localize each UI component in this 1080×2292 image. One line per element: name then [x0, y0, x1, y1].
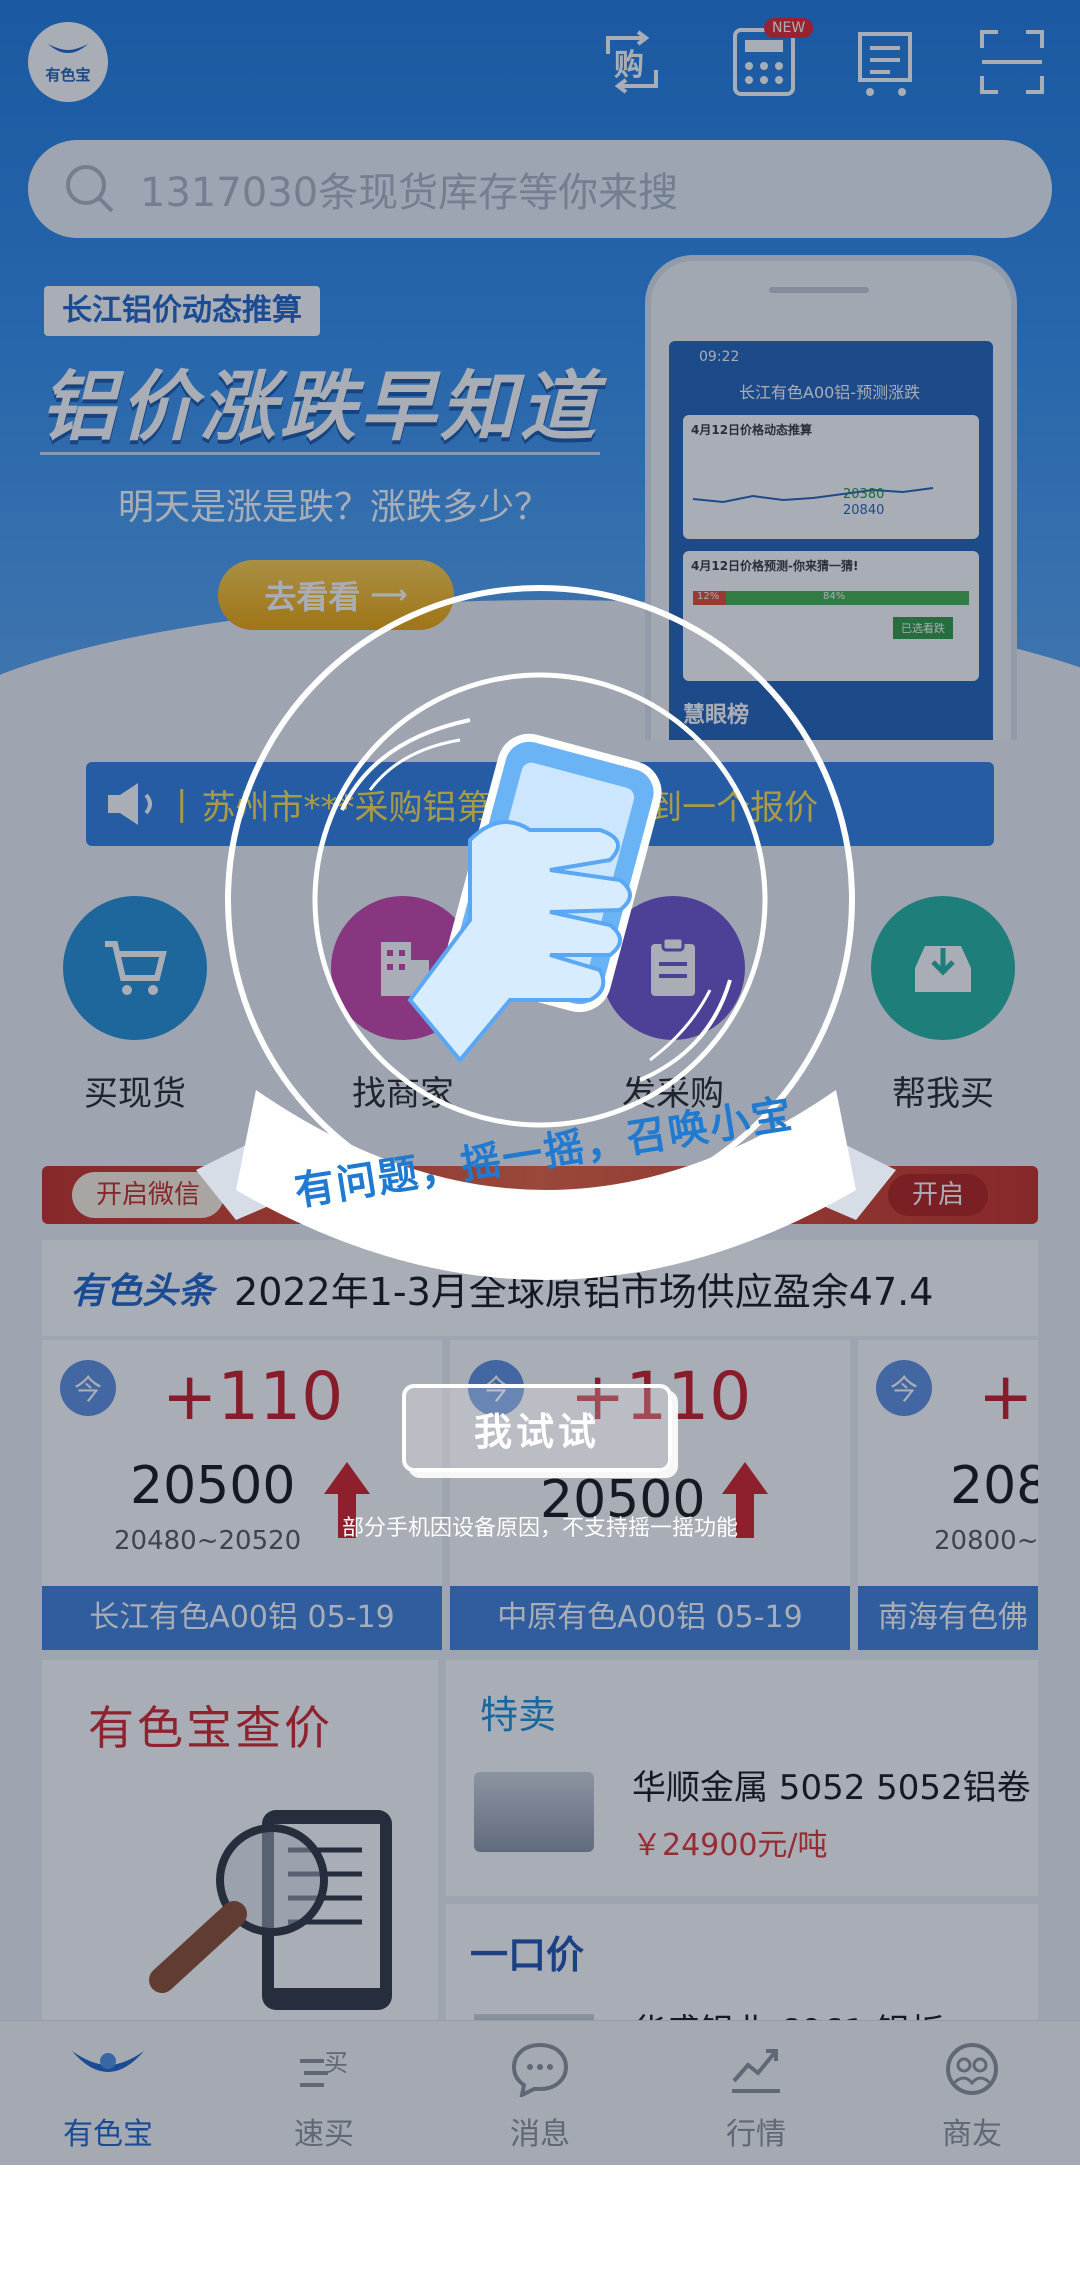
- try-button-label: 我试试: [473, 1409, 600, 1454]
- try-shake-button[interactable]: 我试试: [402, 1384, 672, 1472]
- shake-hint: 部分手机因设备原因，不支持摇一摇功能: [341, 1516, 738, 1541]
- app-screen: 有色宝 购 NEW 1317030条现货库存等你来搜 长江铝价动态推算 铝价涨跌…: [0, 0, 1080, 2165]
